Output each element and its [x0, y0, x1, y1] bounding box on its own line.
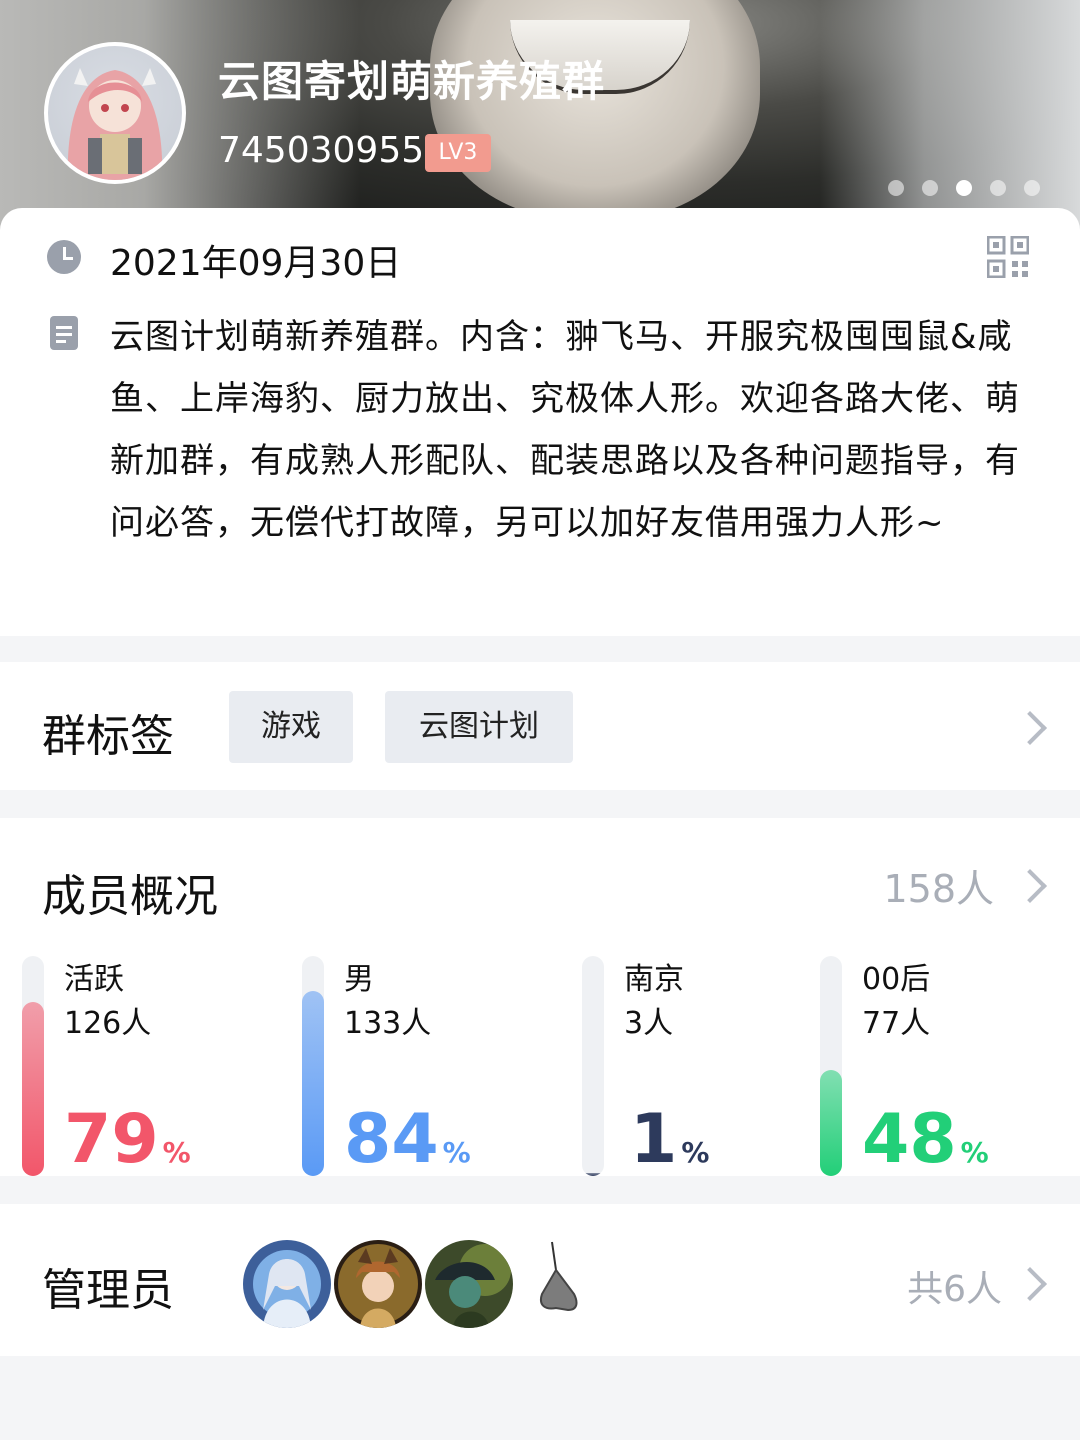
admin-avatar[interactable] — [425, 1240, 513, 1328]
carousel-indicator — [888, 180, 1040, 196]
stat-percent: 1% — [630, 1104, 709, 1189]
stat-bar-track — [582, 956, 604, 1176]
stat-label: 活跃 — [64, 962, 124, 997]
stat-bar-track — [820, 956, 842, 1176]
admin-total[interactable]: 共6人 — [907, 1260, 1002, 1312]
stat-count: 77人 — [862, 1006, 931, 1041]
sack-avatar-icon — [516, 1240, 604, 1328]
anime-girl-avatar-icon — [67, 68, 163, 180]
admins-row[interactable]: 管理员 共6人 — [0, 1204, 1080, 1356]
chevron-right-icon[interactable] — [1013, 1267, 1047, 1301]
creation-date: 2021年09月30日 — [110, 243, 402, 284]
stat-percent-value: 1 — [630, 1100, 678, 1179]
chevron-right-icon[interactable] — [1013, 711, 1047, 745]
group-name: 云图寄划萌新养殖群 — [218, 57, 606, 106]
group-level-badge: LV3 — [425, 134, 491, 172]
stat-male[interactable]: 男 133人 84% — [302, 956, 552, 1176]
member-total[interactable]: 158人 — [883, 858, 994, 913]
stat-count: 126人 — [64, 1006, 152, 1041]
stat-percent-value: 84 — [344, 1100, 439, 1179]
admin-avatar[interactable] — [516, 1240, 604, 1328]
carousel-dot[interactable] — [922, 180, 938, 196]
clock-icon — [47, 240, 81, 274]
chevron-right-icon[interactable] — [1013, 869, 1047, 903]
carousel-dot[interactable] — [1024, 180, 1040, 196]
admin-avatar[interactable] — [243, 1240, 331, 1328]
document-icon — [50, 316, 78, 350]
stat-percent: 84% — [344, 1104, 471, 1189]
stat-percent-value: 48 — [862, 1100, 957, 1179]
qr-code-icon[interactable] — [987, 236, 1029, 278]
stat-count: 3人 — [624, 1006, 674, 1041]
group-tags-row[interactable]: 群标签 游戏 云图计划 — [0, 662, 1080, 790]
stat-bar-track — [22, 956, 44, 1176]
carousel-dot-active[interactable] — [956, 180, 972, 196]
stat-percent: 79% — [64, 1104, 191, 1189]
tag-item[interactable]: 云图计划 — [385, 691, 573, 763]
stat-active[interactable]: 活跃 126人 79% — [22, 956, 272, 1176]
stat-percent-value: 79 — [64, 1100, 159, 1179]
admin-avatar-image-icon — [425, 1240, 513, 1328]
stat-bar-fill — [820, 1070, 842, 1176]
stat-bar-fill — [302, 991, 324, 1176]
admin-avatar[interactable] — [334, 1240, 422, 1328]
stat-percent-unit: % — [960, 1136, 989, 1169]
group-id: 745030955 — [218, 130, 425, 171]
stat-label: 南京 — [624, 962, 684, 997]
carousel-dot[interactable] — [888, 180, 904, 196]
group-avatar[interactable] — [44, 42, 186, 184]
stat-bar-fill — [22, 1002, 44, 1176]
admins-title: 管理员 — [42, 1265, 174, 1316]
member-overview-card[interactable]: 成员概况 158人 活跃 126人 79% 男 133人 84% 南京 3人 1… — [0, 818, 1080, 1176]
stat-count: 133人 — [344, 1006, 432, 1041]
admin-avatar-image-icon — [243, 1240, 331, 1328]
group-description: 云图计划萌新养殖群。内含：翀飞马、开服究极囤囤鼠&咸鱼、上岸海豹、厨力放出、究极… — [110, 317, 1020, 543]
stat-percent: 48% — [862, 1104, 989, 1189]
stat-age[interactable]: 00后 77人 48% — [820, 956, 1070, 1176]
stat-percent-unit: % — [162, 1136, 191, 1169]
tag-item[interactable]: 游戏 — [229, 691, 353, 763]
stat-percent-unit: % — [442, 1136, 471, 1169]
carousel-dot[interactable] — [990, 180, 1006, 196]
members-title: 成员概况 — [42, 871, 218, 922]
stat-label: 00后 — [862, 962, 931, 997]
stat-label: 男 — [344, 962, 374, 997]
stat-bar-track — [302, 956, 324, 1176]
stat-bar-fill — [582, 1173, 604, 1176]
stat-percent-unit: % — [681, 1136, 710, 1169]
admin-avatar-image-icon — [334, 1240, 422, 1328]
tags-title: 群标签 — [42, 711, 174, 762]
group-info-card: 2021年09月30日 云图计划萌新养殖群。内含：翀飞马、开服究极囤囤鼠&咸鱼、… — [0, 208, 1080, 636]
stat-location[interactable]: 南京 3人 1% — [582, 956, 832, 1176]
